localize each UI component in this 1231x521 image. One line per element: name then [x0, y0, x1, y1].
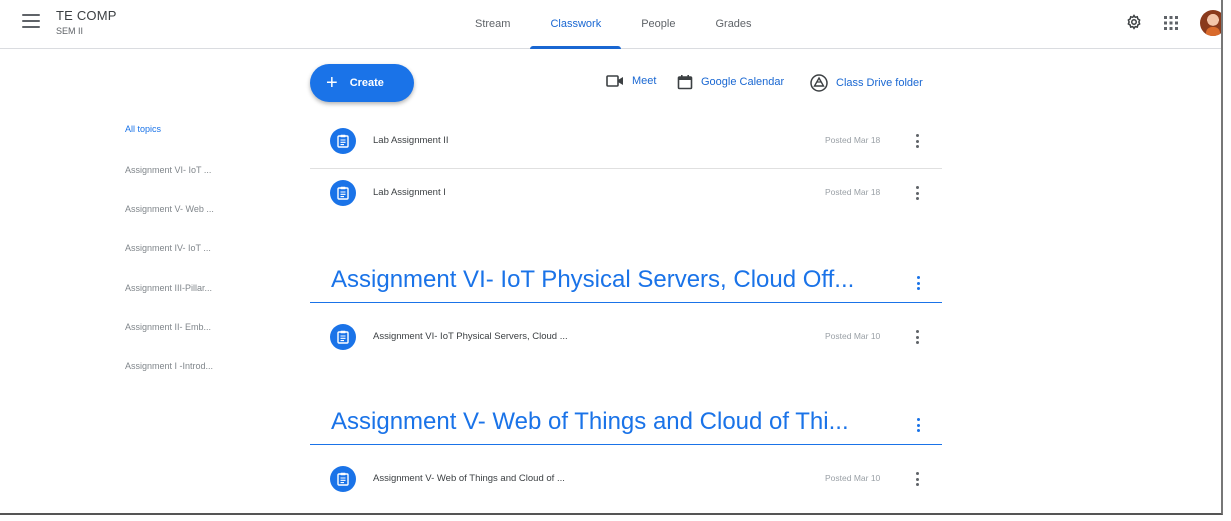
create-button[interactable]: + Create	[310, 64, 414, 102]
class-section: SEM II	[56, 26, 84, 36]
topic-assignment-iii[interactable]: Assignment III-Pillar...	[125, 283, 212, 293]
assignment-icon	[330, 180, 356, 206]
topic-more-options-icon[interactable]	[911, 274, 925, 292]
class-tabs: Stream Classwork People Grades	[455, 0, 772, 49]
classroom-window: TE COMP SEM II Stream Classwork People G…	[0, 0, 1223, 515]
item-title: Lab Assignment II	[373, 135, 449, 146]
class-drive-folder-link[interactable]: Class Drive folder	[810, 74, 923, 92]
item-posted-date: Posted Mar 18	[825, 135, 881, 145]
more-options-icon[interactable]	[910, 470, 924, 488]
list-item[interactable]: Lab Assignment I Posted Mar 18	[310, 168, 942, 220]
topic-section-header: Assignment VI- IoT Physical Servers, Clo…	[310, 260, 942, 303]
tab-classwork[interactable]: Classwork	[530, 0, 621, 49]
apps-grid-icon[interactable]	[1160, 12, 1182, 34]
item-posted-date: Posted Mar 10	[825, 473, 881, 483]
topic-assignment-i[interactable]: Assignment I -Introd...	[125, 361, 213, 371]
meet-label: Meet	[632, 75, 657, 87]
list-item[interactable]: Lab Assignment II Posted Mar 18	[310, 116, 942, 169]
more-options-icon[interactable]	[910, 132, 924, 150]
plus-icon: +	[326, 72, 338, 94]
topic-assignment-iv[interactable]: Assignment IV- IoT ...	[125, 243, 211, 253]
assignment-icon	[330, 466, 356, 492]
avatar[interactable]	[1200, 10, 1221, 36]
topic-title: Assignment VI- IoT Physical Servers, Clo…	[331, 266, 855, 293]
tab-stream[interactable]: Stream	[455, 0, 530, 48]
topic-title: Assignment V- Web of Things and Cloud of…	[331, 408, 849, 435]
topic-assignment-ii[interactable]: Assignment II- Emb...	[125, 322, 211, 332]
calendar-icon	[677, 75, 693, 90]
top-app-bar: TE COMP SEM II Stream Classwork People G…	[0, 0, 1221, 49]
item-title: Assignment VI- IoT Physical Servers, Clo…	[373, 331, 568, 342]
calendar-label: Google Calendar	[701, 76, 785, 88]
gear-icon[interactable]	[1123, 12, 1145, 34]
google-calendar-link[interactable]: Google Calendar	[677, 74, 784, 90]
main-menu-icon[interactable]	[22, 14, 40, 28]
item-title: Assignment V- Web of Things and Cloud of…	[373, 473, 565, 484]
video-camera-icon	[606, 75, 623, 87]
assignment-icon	[330, 128, 356, 154]
more-options-icon[interactable]	[910, 328, 924, 346]
tab-people[interactable]: People	[621, 0, 695, 48]
topic-all-topics[interactable]: All topics	[125, 124, 161, 134]
item-posted-date: Posted Mar 18	[825, 187, 881, 197]
class-name[interactable]: TE COMP	[56, 8, 117, 23]
assignment-icon	[330, 324, 356, 350]
topic-more-options-icon[interactable]	[911, 416, 925, 434]
meet-link[interactable]: Meet	[606, 74, 656, 88]
create-label: Create	[349, 77, 384, 89]
topic-assignment-vi[interactable]: Assignment VI- IoT ...	[125, 165, 211, 175]
item-posted-date: Posted Mar 10	[825, 331, 881, 341]
topic-assignment-v[interactable]: Assignment V- Web ...	[125, 204, 214, 214]
list-item[interactable]: Assignment V- Web of Things and Cloud of…	[310, 454, 942, 506]
tab-grades[interactable]: Grades	[695, 0, 771, 48]
list-item[interactable]: Assignment VI- IoT Physical Servers, Clo…	[310, 312, 942, 364]
drive-icon	[810, 74, 828, 92]
more-options-icon[interactable]	[910, 184, 924, 202]
drive-label: Class Drive folder	[836, 77, 923, 89]
item-title: Lab Assignment I	[373, 187, 446, 198]
topic-section-header: Assignment V- Web of Things and Cloud of…	[310, 402, 942, 445]
